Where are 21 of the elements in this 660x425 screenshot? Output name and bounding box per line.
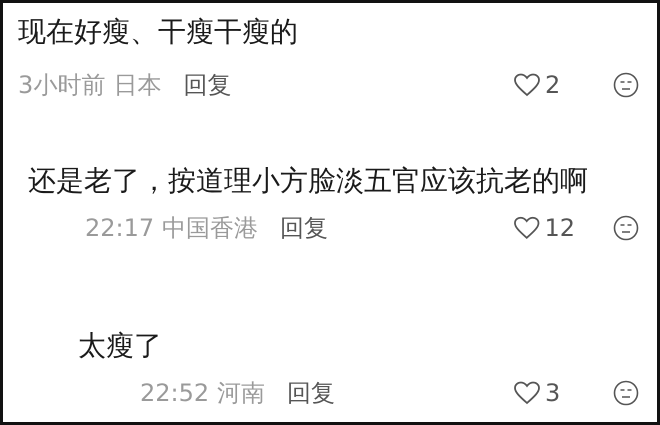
emoji-icon[interactable] — [613, 72, 639, 98]
heart-icon[interactable] — [513, 381, 541, 405]
reply-button[interactable]: 回复 — [287, 377, 336, 409]
heart-icon[interactable] — [513, 73, 541, 97]
comment-time: 22:52 — [140, 379, 210, 407]
emoji-icon[interactable] — [613, 380, 639, 406]
like-count: 3 — [545, 379, 560, 407]
emoji-icon[interactable] — [613, 215, 639, 241]
comment-text: 现在好瘦、干瘦干瘦的 — [18, 15, 299, 49]
like-count: 2 — [545, 71, 560, 99]
reply-button[interactable]: 回复 — [183, 69, 232, 101]
comment-time: 3小时前 — [18, 70, 106, 101]
comment-text: 还是老了，按道理小方脸淡五官应该抗老的啊 — [28, 164, 589, 198]
heart-icon[interactable] — [513, 216, 540, 240]
comment-location: 日本 — [113, 70, 162, 101]
comment-location: 河南 — [217, 378, 266, 409]
comment-text: 太瘦了 — [78, 329, 163, 363]
comment-time: 22:17 — [85, 214, 154, 242]
reply-button[interactable]: 回复 — [280, 212, 328, 244]
like-count: 12 — [544, 214, 575, 242]
comment-location: 中国香港 — [162, 213, 258, 244]
